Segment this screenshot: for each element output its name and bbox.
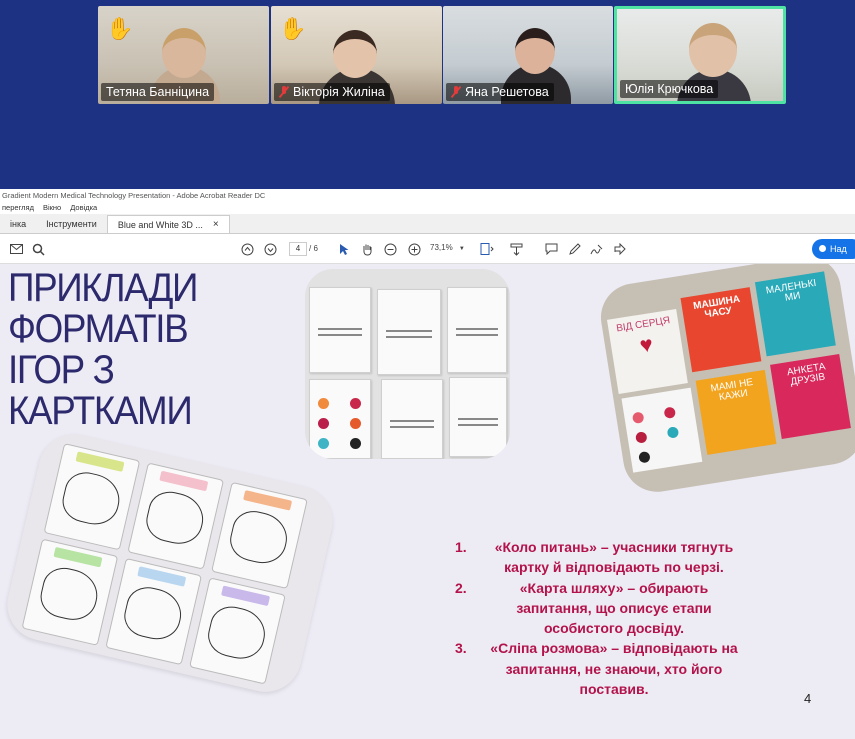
card-image — [211, 481, 308, 590]
scroll-mode-icon[interactable] — [508, 241, 524, 257]
menu-item-help[interactable]: Довідка — [70, 202, 97, 214]
card-legend — [621, 387, 703, 473]
zoom-level-select[interactable]: 73,1% ▼ — [430, 243, 465, 252]
tab-document[interactable]: Blue and White 3D ... × — [106, 215, 230, 234]
card-image — [105, 557, 203, 666]
heart-icon: ♥ — [637, 331, 655, 358]
card-image — [447, 287, 507, 373]
current-page-input[interactable]: 4 — [289, 242, 307, 256]
menu-item-window[interactable]: Вікно — [43, 202, 61, 214]
rule-item: 1. «Коло питань» – учасники тягнуть карт… — [455, 537, 745, 578]
zoom-level: 73,1% — [430, 243, 453, 252]
card-image — [21, 538, 119, 646]
slide-title-line: ПРИКЛАДИ — [8, 266, 199, 310]
toolbar: 4 / 6 73,1% ▼ Над — [0, 234, 855, 264]
zoom-out-icon[interactable] — [382, 241, 398, 257]
share-button[interactable]: Над — [812, 239, 855, 259]
slide-title-line: КАРТКАМИ — [8, 389, 193, 433]
card-malenki-my: МАЛЕНЬКІ МИ — [754, 271, 836, 357]
rule-number: 2. — [455, 579, 467, 596]
participant-tile-4-active-speaker[interactable]: Юлія Крючкова — [614, 6, 786, 104]
card-image — [381, 379, 443, 459]
tab-document-label: Blue and White 3D ... — [117, 219, 203, 230]
card-image — [127, 462, 225, 570]
tab-tools[interactable]: Інструменти — [36, 215, 107, 233]
zoom-in-icon[interactable] — [406, 241, 422, 257]
menu-bar: перегляд Вікно Довідка — [0, 202, 855, 214]
chevron-down-icon: ▼ — [458, 246, 465, 252]
card-legend-image — [309, 379, 371, 459]
search-icon[interactable] — [30, 241, 46, 257]
select-cursor-icon[interactable] — [336, 241, 352, 257]
mic-muted-icon — [451, 86, 461, 98]
slide-title: ПРИКЛАДИ ФОРМАТІВ ІГОР З КАРТКАМИ — [8, 266, 199, 433]
card-vid-sertsia: ВІД СЕРЦЯ ♥ — [606, 308, 688, 394]
card-title: МАШИНА ЧАСУ — [692, 293, 741, 321]
hand-icon[interactable] — [359, 241, 375, 257]
participant-name-tag: Тетяна Банніцина — [101, 83, 215, 101]
pen-icon[interactable] — [566, 241, 582, 257]
cards-photo-2: ВІД СЕРЦЯ ♥ МАШИНА ЧАСУ МАЛЕНЬКІ МИ МАМІ… — [596, 264, 855, 497]
participant-name-tag: Яна Решетова — [446, 83, 554, 101]
cards-photo-3 — [0, 426, 340, 700]
participant-name: Юлія Крючкова — [625, 82, 714, 96]
rules-list: 1. «Коло питань» – учасники тягнуть карт… — [455, 537, 745, 699]
window-title: Gradient Modern Medical Technology Prese… — [2, 191, 266, 200]
tab-home[interactable]: інка — [0, 215, 36, 233]
comment-icon[interactable] — [543, 241, 559, 257]
card-anketa-druziv: АНКЕТА ДРУЗІВ — [770, 353, 851, 440]
acrobat-reader-window: Gradient Modern Medical Technology Prese… — [0, 189, 855, 739]
participant-tile-3[interactable]: Яна Решетова — [443, 6, 613, 104]
slide-title-line: ФОРМАТІВ — [8, 307, 189, 351]
participant-face — [515, 28, 555, 74]
mic-muted-icon — [279, 86, 289, 98]
rule-number: 1. — [455, 539, 467, 555]
raised-hand-icon: ✋ — [279, 16, 307, 41]
participant-name-tag: Вікторія Жиліна — [274, 83, 390, 101]
card-title: АНКЕТА ДРУЗІВ — [786, 361, 827, 388]
slide-title-line: ІГОР З — [8, 348, 115, 392]
participant-tile-1[interactable]: ✋ Тетяна Банніцина — [98, 6, 269, 104]
participant-name: Тетяна Банніцина — [106, 85, 210, 99]
participant-face — [162, 28, 206, 78]
card-image — [43, 443, 141, 551]
total-pages: / 6 — [309, 244, 318, 253]
page-down-icon[interactable] — [262, 241, 278, 257]
close-icon[interactable]: × — [213, 216, 219, 234]
email-icon[interactable] — [8, 241, 24, 257]
cards-photo-1 — [305, 269, 510, 459]
participant-name: Вікторія Жиліна — [293, 85, 385, 99]
tab-bar: інка Інструменти Blue and White 3D ... × — [0, 214, 855, 234]
share-link-icon[interactable] — [612, 241, 628, 257]
rule-text: «Сліпа розмова» – відповідають на запита… — [490, 640, 738, 698]
participant-face — [333, 30, 377, 78]
card-title: МАМІ НЕ КАЖИ — [709, 376, 754, 404]
card-mami-ne-kazhy: МАМІ НЕ КАЖИ — [695, 369, 777, 455]
participant-face — [689, 23, 737, 77]
slide-number: 4 — [804, 691, 812, 706]
card-image — [309, 287, 371, 373]
rule-number: 3. — [455, 640, 467, 657]
rule-text: «Карта шляху» – обирають запитання, що о… — [516, 579, 712, 637]
rule-text: «Коло питань» – учасники тягнуть картку … — [494, 539, 734, 576]
sign-icon[interactable] — [589, 241, 605, 257]
rule-item: 2. «Карта шляху» – обирають запитання, щ… — [455, 578, 745, 639]
card-mashyna-chasu: МАШИНА ЧАСУ — [680, 287, 762, 373]
video-meeting-strip: ✋ Тетяна Банніцина ✋ Вікторія Жиліна Яна… — [0, 0, 855, 189]
fit-page-icon[interactable] — [479, 241, 495, 257]
participant-tile-2[interactable]: ✋ Вікторія Жиліна — [271, 6, 442, 104]
rule-item: 3. «Сліпа розмова» – відповідають на зап… — [455, 638, 745, 699]
participant-name-tag: Юлія Крючкова — [620, 80, 719, 98]
menu-item-view[interactable]: перегляд — [2, 202, 34, 214]
card-image — [377, 289, 441, 375]
raised-hand-icon: ✋ — [106, 16, 134, 41]
card-image — [189, 577, 286, 685]
page-up-icon[interactable] — [239, 241, 255, 257]
participant-name: Яна Решетова — [465, 85, 549, 99]
presentation-slide: ПРИКЛАДИ ФОРМАТІВ ІГОР З КАРТКАМИ ВІД СЕ… — [0, 264, 855, 739]
card-title: МАЛЕНЬКІ МИ — [765, 277, 818, 304]
card-image — [449, 377, 507, 457]
